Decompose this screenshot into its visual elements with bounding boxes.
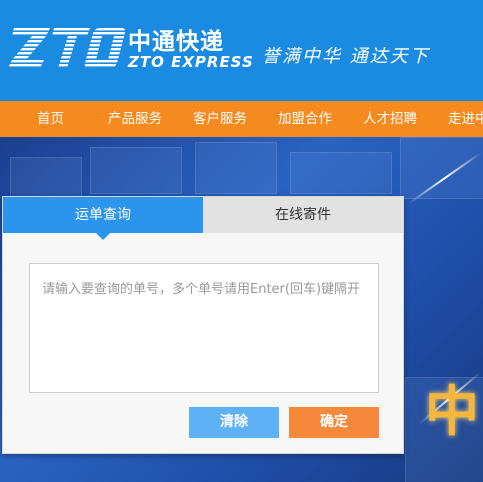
banner-photo-tile (195, 142, 277, 194)
banner-photo-tile (290, 152, 392, 194)
clear-button[interactable]: 清除 (189, 407, 279, 438)
logo-english-name: ZTO EXPRESS (128, 53, 254, 71)
site-header: 中通快递 ZTO EXPRESS 誉满中华 通达天下 (0, 0, 483, 101)
banner-gold-character: 中 (425, 379, 479, 443)
tab-online-shipping[interactable]: 在线寄件 (203, 197, 403, 233)
tab-waybill-query[interactable]: 运单查询 (3, 197, 203, 233)
nav-item-customer-service[interactable]: 客户服务 (193, 101, 247, 137)
tracking-query-panel: 运单查询 在线寄件 清除 确定 (2, 196, 404, 454)
banner-photo-tile (90, 147, 182, 194)
nav-item-careers[interactable]: 人才招聘 (363, 101, 417, 137)
main-nav: 首页 产品服务 客户服务 加盟合作 人才招聘 走进中 (0, 101, 483, 137)
banner-photo-tile (400, 137, 483, 199)
tracking-number-input[interactable] (29, 263, 379, 393)
nav-item-about[interactable]: 走进中 (448, 101, 483, 137)
logo-chinese-name: 中通快递 (128, 29, 224, 55)
header-slogan: 誉满中华 通达天下 (262, 46, 430, 67)
nav-item-products[interactable]: 产品服务 (108, 101, 162, 137)
active-tab-caret-icon (96, 233, 110, 240)
zto-logo-icon (8, 28, 126, 68)
nav-item-franchise[interactable]: 加盟合作 (278, 101, 332, 137)
zto-logo-mark[interactable] (8, 24, 126, 76)
nav-item-home[interactable]: 首页 (37, 101, 64, 137)
confirm-button[interactable]: 确定 (289, 407, 379, 438)
